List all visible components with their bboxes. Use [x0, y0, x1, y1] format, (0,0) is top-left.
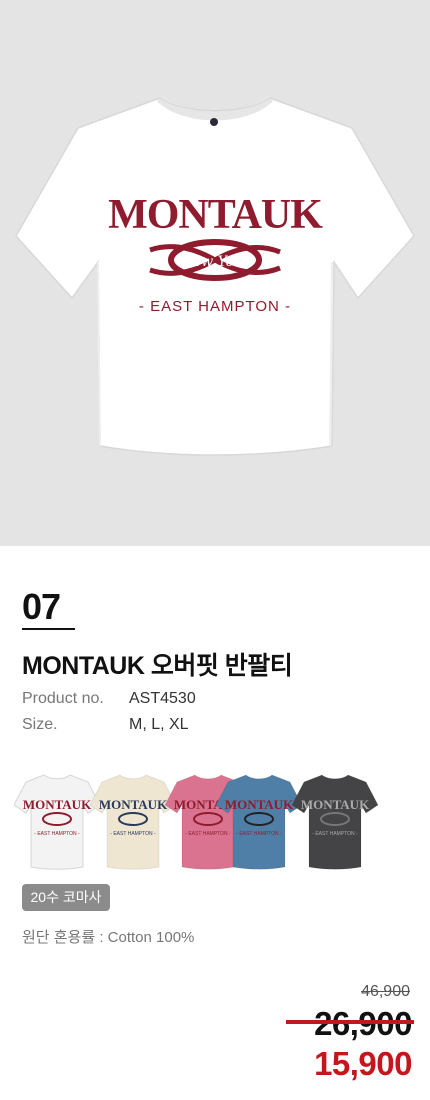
svg-text:MONTAUK: MONTAUK	[301, 797, 370, 812]
sale-price: 15,900	[314, 1045, 412, 1082]
svg-text:MONTAUK: MONTAUK	[99, 797, 168, 812]
previous-price-strike	[286, 1020, 414, 1024]
product-title: MONTAUK 오버핏 반팔티	[22, 652, 293, 680]
tshirt-illustration: MONTAUK New York - EAST HAMPTON -	[15, 94, 415, 456]
fabric-badge: 20수 코마사	[22, 884, 110, 911]
product-hero-image: MONTAUK New York - EAST HAMPTON -	[0, 0, 430, 546]
swatch-cream[interactable]: MONTAUK - EAST HAMPTON -	[90, 769, 176, 873]
spec-value-size: M, L, XL	[129, 716, 189, 733]
original-price: 46,900	[361, 983, 410, 1000]
swatch-charcoal[interactable]: MONTAUK - EAST HAMPTON -	[292, 769, 378, 873]
product-number-underline	[22, 628, 75, 630]
print-headline: MONTAUK	[108, 192, 323, 238]
svg-text:- EAST HAMPTON -: - EAST HAMPTON -	[312, 831, 358, 837]
swatch-white[interactable]: MONTAUK - EAST HAMPTON -	[14, 769, 100, 873]
svg-text:MONTAUK: MONTAUK	[225, 797, 294, 812]
product-number: 07	[22, 586, 61, 627]
swatch-blue[interactable]: MONTAUK - EAST HAMPTON -	[216, 769, 302, 873]
fabric-blend: 원단 혼용률 : Cotton 100%	[22, 929, 195, 946]
previous-price: 26,900	[314, 1005, 412, 1042]
print-script: New York	[180, 254, 250, 270]
color-swatches: MONTAUK - EAST HAMPTON - MONTAUK - EAST HA…	[0, 765, 430, 875]
svg-text:- EAST HAMPTON -: - EAST HAMPTON -	[110, 831, 156, 837]
spec-label-product-no: Product no.	[22, 690, 104, 707]
svg-text:MONTAUK: MONTAUK	[23, 797, 92, 812]
svg-text:- EAST HAMPTON -: - EAST HAMPTON -	[34, 831, 80, 837]
spec-value-product-no: AST4530	[129, 690, 196, 707]
svg-text:- EAST HAMPTON -: - EAST HAMPTON -	[236, 831, 282, 837]
print-tagline: - EAST HAMPTON -	[139, 298, 291, 315]
spec-label-size: Size.	[22, 716, 58, 733]
